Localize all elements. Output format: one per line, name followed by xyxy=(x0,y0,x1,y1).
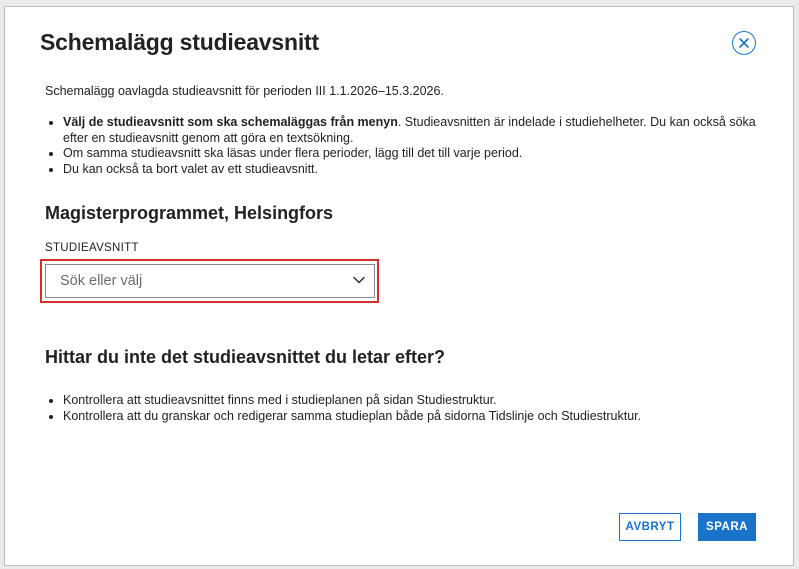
help-item: Kontrollera att du granskar och redigera… xyxy=(63,409,775,425)
cancel-button[interactable]: AVBRYT xyxy=(619,513,681,541)
study-module-select[interactable]: Sök eller välj xyxy=(45,264,375,298)
instruction-text: Du kan också ta bort valet av ett studie… xyxy=(63,161,318,176)
help-item: Kontrollera att studieavsnittet finns me… xyxy=(63,393,775,409)
programme-heading: Magisterprogrammet, Helsingfors xyxy=(45,203,334,223)
instruction-bold: Välj de studieavsnitt som ska schemalägg… xyxy=(63,115,398,129)
close-button[interactable] xyxy=(732,31,756,55)
dialog-title: Schemalägg studieavsnitt xyxy=(40,29,319,55)
intro-text: Schemalägg oavlagda studieavsnitt för pe… xyxy=(45,84,444,98)
help-list: Kontrollera att studieavsnittet finns me… xyxy=(45,393,775,424)
instruction-list: Välj de studieavsnitt som ska schemalägg… xyxy=(45,115,775,177)
instruction-item: Du kan också ta bort valet av ett studie… xyxy=(63,162,775,178)
chevron-down-icon xyxy=(353,276,365,284)
study-module-field-label: STUDIEAVSNITT xyxy=(45,242,139,254)
instruction-item: Välj de studieavsnitt som ska schemalägg… xyxy=(63,115,775,146)
select-placeholder: Sök eller välj xyxy=(60,273,143,289)
intro-prefix: Schemalägg oavlagda studieavsnitt för pe… xyxy=(45,84,312,98)
close-icon xyxy=(739,38,749,48)
instruction-text: Om samma studieavsnitt ska läsas under f… xyxy=(63,146,523,160)
instruction-item: Om samma studieavsnitt ska läsas under f… xyxy=(63,146,775,162)
intro-period: III 1.1.2026–15.3.2026. xyxy=(315,84,444,98)
help-heading: Hittar du inte det studieavsnittet du le… xyxy=(45,347,446,367)
save-button[interactable]: SPARA xyxy=(698,513,756,541)
schedule-dialog: Schemalägg studieavsnitt Schemalägg oavl… xyxy=(4,6,794,566)
